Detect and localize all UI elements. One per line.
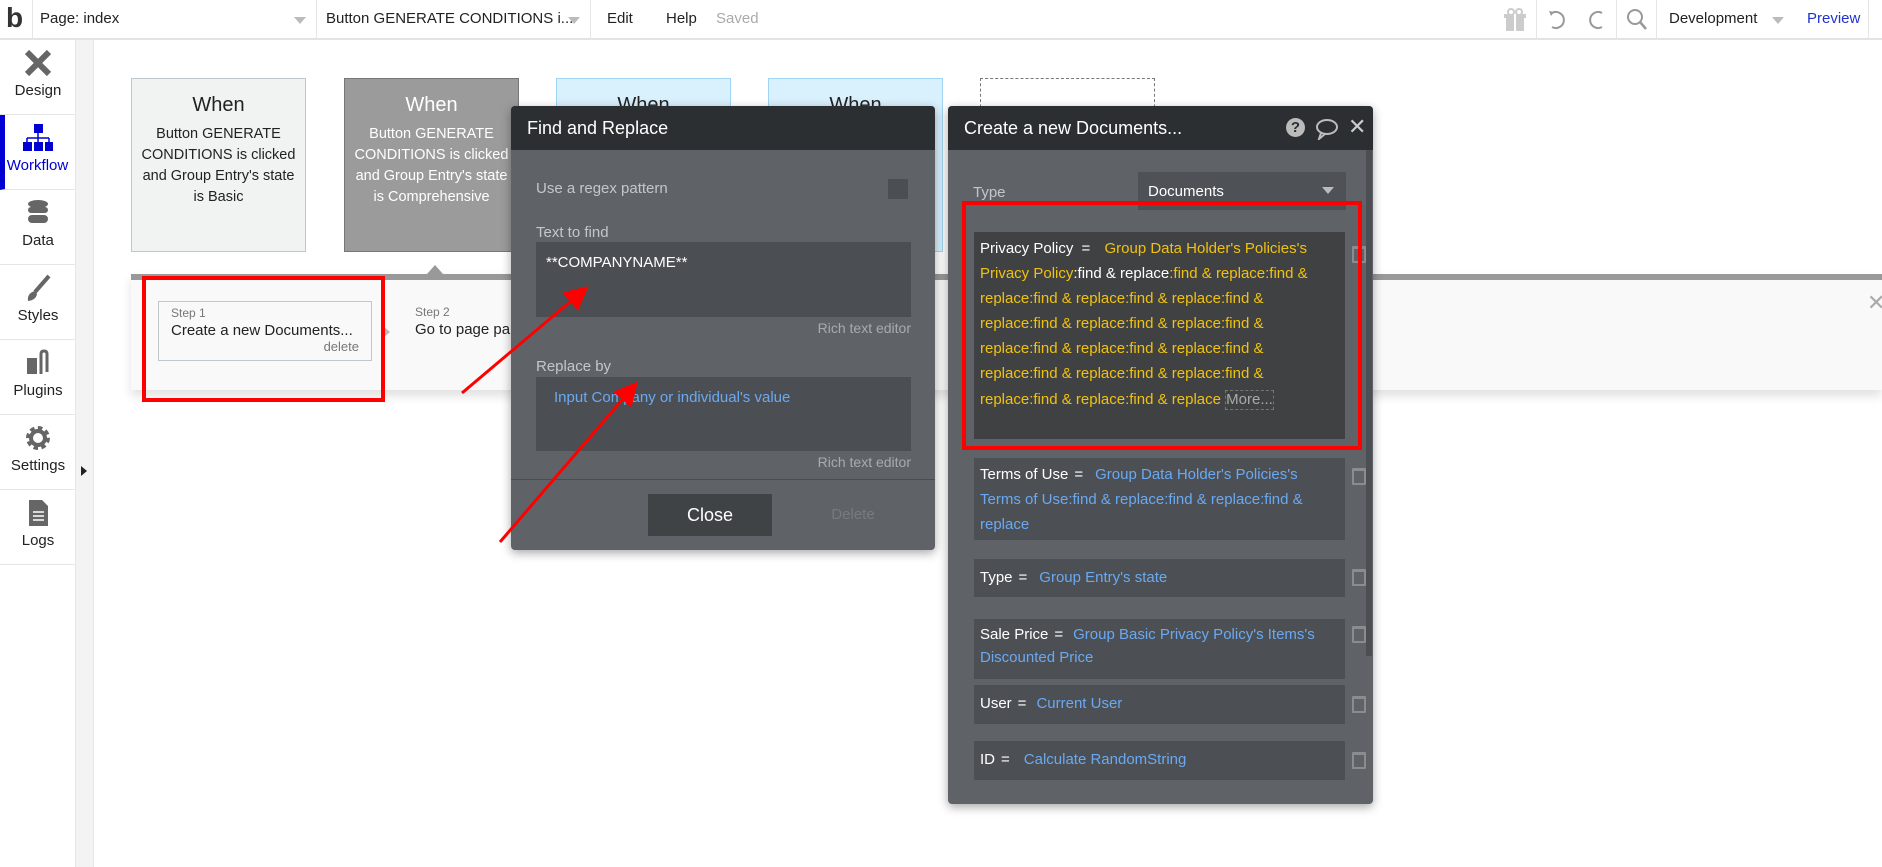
sidebar-item-label: Workflow xyxy=(6,157,69,174)
saved-status: Saved xyxy=(716,10,759,27)
close-steps-icon[interactable]: ✕ xyxy=(1867,290,1882,316)
sidebar-item-styles[interactable]: Styles xyxy=(0,265,76,340)
sidebar-item-workflow[interactable]: Workflow xyxy=(0,115,76,190)
event-text: Button GENERATE CONDITIONS is clicked an… xyxy=(354,126,509,205)
equals-sign: = xyxy=(1054,626,1064,643)
trash-icon[interactable] xyxy=(1352,626,1366,643)
field-terms-of-use[interactable]: Terms of Use = Group Data Holder's Policie… xyxy=(974,458,1345,540)
search-icon[interactable] xyxy=(1626,8,1648,32)
help-menu[interactable]: Help xyxy=(666,10,697,27)
sidebar-item-label: Logs xyxy=(21,532,55,549)
equals-sign: = xyxy=(1001,751,1010,768)
document-icon xyxy=(29,500,48,526)
comment-icon[interactable] xyxy=(1315,118,1339,140)
annotation-highlight-box xyxy=(142,276,385,402)
event-card[interactable]: When Button GENERATE CONDITIONS is click… xyxy=(131,78,306,252)
find-replace-dialog: Find and Replace Use a regex pattern Tex… xyxy=(511,106,935,550)
field-type[interactable]: Type = Group Entry's state xyxy=(974,559,1345,597)
field-expression: Current User xyxy=(1036,695,1123,712)
field-sale-price[interactable]: Sale Price = Group Basic Privacy Policy's … xyxy=(974,619,1345,679)
help-icon[interactable]: ? xyxy=(1286,118,1305,137)
brush-icon xyxy=(27,274,51,301)
bubble-logo[interactable]: b xyxy=(6,2,23,34)
field-key: Sale Price xyxy=(980,626,1049,643)
rich-text-editor-label: Rich text editor xyxy=(817,320,911,336)
trash-icon[interactable] xyxy=(1352,752,1366,769)
scrollbar[interactable] xyxy=(1366,150,1372,656)
selected-event-pointer xyxy=(427,265,443,274)
sidebar-item-design[interactable]: Design xyxy=(0,40,76,115)
type-value: Documents xyxy=(1148,183,1224,200)
rich-text-editor-label: Rich text editor xyxy=(817,454,911,470)
panel-title: Create a new Documents... xyxy=(948,106,1373,150)
environment-selector[interactable]: Development xyxy=(1669,10,1757,27)
text-to-find-input[interactable]: **COMPANYNAME** xyxy=(536,242,911,317)
field-expression: Group Entry's state xyxy=(1039,569,1168,586)
top-bar: b Page: index Button GENERATE CONDITIONS… xyxy=(0,0,1882,40)
sidebar-item-data[interactable]: Data xyxy=(0,190,76,265)
field-id[interactable]: ID = Calculate RandomString xyxy=(974,741,1345,780)
trash-icon[interactable] xyxy=(1352,468,1366,485)
preview-link[interactable]: Preview xyxy=(1807,10,1860,27)
expand-arrow-icon[interactable] xyxy=(81,466,87,476)
chevron-down-icon[interactable] xyxy=(294,17,306,24)
event-when: When xyxy=(405,94,458,116)
undo-icon[interactable] xyxy=(1546,8,1568,32)
type-label: Type xyxy=(973,184,1006,201)
sidebar-collapse-strip[interactable] xyxy=(76,40,94,867)
gear-icon xyxy=(26,426,50,450)
event-card-selected[interactable]: When Button GENERATE CONDITIONS is click… xyxy=(344,78,519,252)
equals-sign: = xyxy=(1018,569,1028,586)
field-expression: Calculate RandomString xyxy=(1023,751,1187,768)
sidebar-item-logs[interactable]: Logs xyxy=(0,490,76,565)
chevron-down-icon[interactable] xyxy=(1772,17,1784,24)
annotation-highlight-box xyxy=(962,201,1362,450)
field-user[interactable]: User = Current User xyxy=(974,685,1345,724)
trash-icon[interactable] xyxy=(1352,569,1366,586)
plug-icon xyxy=(27,349,49,374)
equals-sign: = xyxy=(1074,466,1084,483)
regex-checkbox[interactable] xyxy=(888,179,908,199)
element-selector[interactable]: Button GENERATE CONDITIONS i... xyxy=(326,10,573,27)
sidebar-item-label: Styles xyxy=(17,307,59,324)
text-to-find-label: Text to find xyxy=(536,224,609,241)
sidebar-item-label: Settings xyxy=(10,457,66,474)
sidebar-item-settings[interactable]: Settings xyxy=(0,415,76,490)
workflow-tree-icon xyxy=(23,124,53,151)
gift-icon[interactable] xyxy=(1504,8,1526,32)
field-key: Type xyxy=(980,569,1013,586)
field-key: User xyxy=(980,695,1012,712)
close-button[interactable]: Close xyxy=(648,494,772,536)
close-icon[interactable]: ✕ xyxy=(1348,114,1366,140)
sidebar-item-label: Plugins xyxy=(13,382,63,399)
event-text: Button GENERATE CONDITIONS is clicked an… xyxy=(141,126,296,205)
field-key: ID xyxy=(980,751,995,768)
regex-label: Use a regex pattern xyxy=(536,180,668,197)
chevron-down-icon xyxy=(1322,187,1334,194)
equals-sign: = xyxy=(1017,695,1027,712)
replace-by-input[interactable]: Input Company or individual's value xyxy=(536,377,911,451)
sidebar: Design Workflow Data Styles Plugins Sett… xyxy=(0,40,76,867)
divider xyxy=(511,479,935,480)
page-selector[interactable]: Page: index xyxy=(40,10,119,27)
design-tools-icon xyxy=(24,49,52,77)
sidebar-item-plugins[interactable]: Plugins xyxy=(0,340,76,415)
event-when: When xyxy=(192,94,245,116)
trash-icon[interactable] xyxy=(1352,696,1366,713)
edit-menu[interactable]: Edit xyxy=(607,10,633,27)
sidebar-item-label: Data xyxy=(22,232,54,249)
delete-button[interactable]: Delete xyxy=(803,494,903,536)
database-icon xyxy=(28,200,48,223)
dialog-title: Find and Replace xyxy=(511,106,935,150)
replace-by-label: Replace by xyxy=(536,358,612,375)
redo-icon[interactable] xyxy=(1586,8,1608,32)
chevron-down-icon[interactable] xyxy=(568,17,580,24)
sidebar-item-label: Design xyxy=(14,82,62,99)
field-key: Terms of Use xyxy=(980,466,1069,483)
